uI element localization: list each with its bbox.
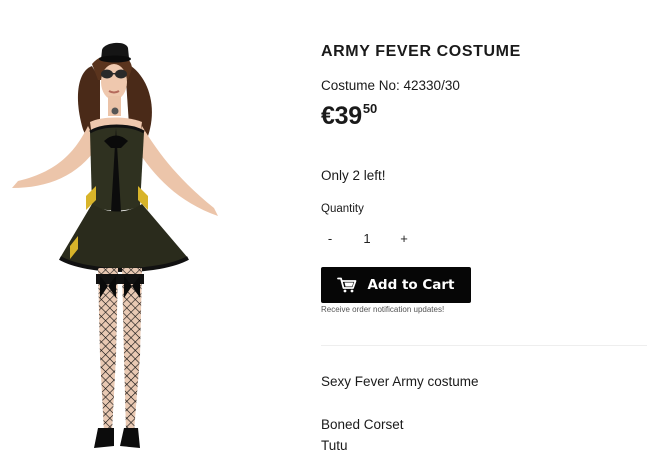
price: €3950 xyxy=(321,101,377,131)
quantity-label: Quantity xyxy=(321,203,364,215)
description-line: Sexy Fever Army costume xyxy=(321,374,479,389)
description-line: Tutu xyxy=(321,438,348,453)
stock-status: Only 2 left! xyxy=(321,168,386,183)
notification-link[interactable]: Receive order notification updates! xyxy=(321,305,444,314)
model-illustration xyxy=(12,42,218,448)
product-title: ARMY FEVER COSTUME xyxy=(321,43,521,60)
quantity-increment-button[interactable]: + xyxy=(395,224,413,252)
divider xyxy=(321,345,647,346)
cart-icon xyxy=(337,277,357,293)
add-to-cart-button[interactable]: Add to Cart xyxy=(321,267,471,303)
price-cents: 50 xyxy=(362,101,378,116)
add-to-cart-label: Add to Cart xyxy=(367,277,455,293)
price-main: €39 xyxy=(321,102,362,130)
quantity-decrement-button[interactable]: - xyxy=(321,224,339,252)
description-line: Boned Corset xyxy=(321,417,404,432)
quantity-input[interactable] xyxy=(339,225,395,251)
costume-number: Costume No: 42330/30 xyxy=(321,78,460,93)
product-image[interactable] xyxy=(8,36,220,462)
quantity-stepper: - + xyxy=(321,224,413,252)
